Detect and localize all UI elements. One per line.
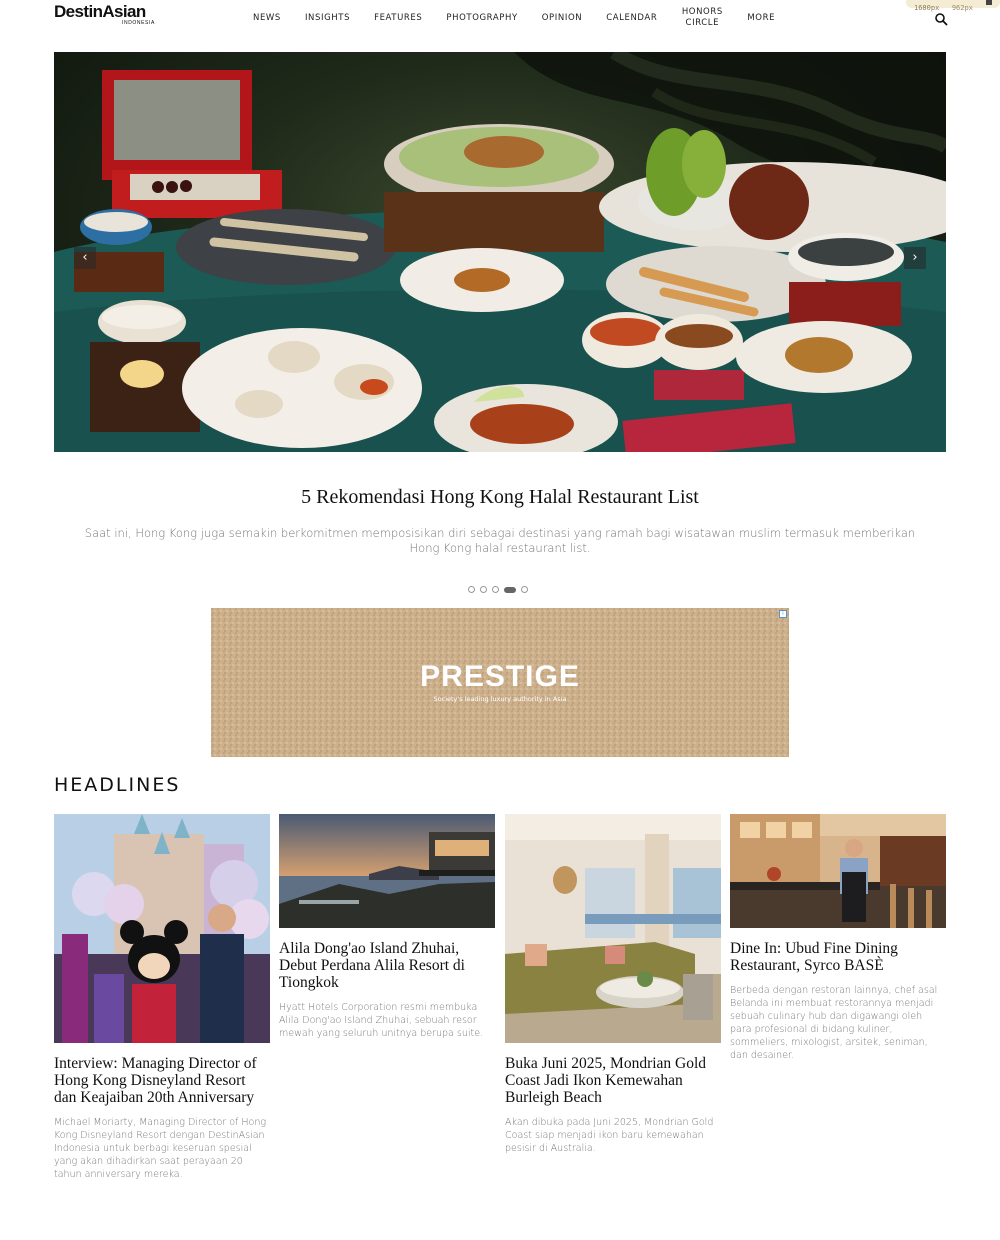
disneyland-photo xyxy=(54,814,270,1043)
alila-resort-photo xyxy=(279,814,495,928)
mondrian-lounge-photo xyxy=(505,814,721,1043)
headline-thumbnail[interactable] xyxy=(730,814,946,928)
ad-brand-title: PRESTIGE xyxy=(420,660,580,693)
slide-title[interactable]: 5 Rekomendasi Hong Kong Halal Restaurant… xyxy=(54,486,946,509)
nav-opinion[interactable]: OPINION xyxy=(542,13,582,24)
slider-next-button[interactable]: › xyxy=(904,247,926,269)
headline-title[interactable]: Alila Dong'ao Island Zhuhai, Debut Perda… xyxy=(279,940,495,991)
headline-title[interactable]: Interview: Managing Director of Hong Kon… xyxy=(54,1055,270,1106)
headline-card[interactable]: Interview: Managing Director of Hong Kon… xyxy=(54,814,270,1181)
headline-card[interactable]: Buka Juni 2025, Mondrian Gold Coast Jadi… xyxy=(505,814,721,1155)
headline-thumbnail[interactable] xyxy=(54,814,270,1043)
hero-food-illustration xyxy=(54,52,946,452)
nav-honors-circle[interactable]: HONORS CIRCLE xyxy=(681,7,723,29)
slide-description: Saat ini, Hong Kong juga semakin berkomi… xyxy=(84,526,916,555)
prestige-advertisement[interactable]: PRESTIGE Society's leading luxury author… xyxy=(211,608,789,757)
viewport-height: h: 962px xyxy=(951,4,973,12)
logo-edition: INDONESIA xyxy=(122,20,155,26)
slider-dot[interactable] xyxy=(468,586,475,593)
viewport-width: w: 1680px xyxy=(914,4,940,12)
nav-features[interactable]: FEATURES xyxy=(374,13,422,24)
headline-excerpt: Berbeda dengan restoran lainnya, chef as… xyxy=(730,985,938,1061)
nav-more[interactable]: MORE xyxy=(747,13,775,24)
nav-calendar[interactable]: CALENDAR xyxy=(606,13,657,24)
chef-restaurant-photo xyxy=(730,814,946,928)
site-logo[interactable]: DestinAsian INDONESIA xyxy=(54,3,164,27)
headline-excerpt: Michael Moriarty, Managing Director of H… xyxy=(54,1117,267,1180)
slider-dot[interactable] xyxy=(504,586,516,593)
adchoices-icon[interactable]: i xyxy=(779,610,787,618)
viewport-size-badge: w: 1680px h: 962px xyxy=(906,0,1000,12)
headlines-heading: HEADLINES xyxy=(54,774,181,796)
nav-insights[interactable]: INSIGHTS xyxy=(305,13,350,24)
badge-icon xyxy=(986,0,992,5)
slider-prev-button[interactable]: ‹ xyxy=(74,247,96,269)
headline-thumbnail[interactable] xyxy=(505,814,721,1043)
headline-thumbnail[interactable] xyxy=(279,814,495,928)
ad-tagline: Society's leading luxury authority in As… xyxy=(433,695,567,703)
headline-title[interactable]: Dine In: Ubud Fine Dining Restaurant, Sy… xyxy=(730,940,946,974)
slider-dot[interactable] xyxy=(480,586,487,593)
headline-excerpt: Akan dibuka pada Juni 2025, Mondrian Gol… xyxy=(505,1117,714,1154)
nav-photography[interactable]: PHOTOGRAPHY xyxy=(446,13,517,24)
headline-card[interactable]: Alila Dong'ao Island Zhuhai, Debut Perda… xyxy=(279,814,495,1040)
slider-dot[interactable] xyxy=(492,586,499,593)
headline-excerpt: Hyatt Hotels Corporation resmi membuka A… xyxy=(279,1002,484,1039)
site-header: DestinAsian INDONESIA NEWS INSIGHTS FEAT… xyxy=(0,0,1000,36)
slider-dot[interactable] xyxy=(521,586,528,593)
hero-slider-image[interactable]: ‹ › xyxy=(54,52,946,452)
main-nav: NEWS INSIGHTS FEATURES PHOTOGRAPHY OPINI… xyxy=(240,0,775,36)
logo-wordmark: DestinAsian xyxy=(54,2,146,21)
headline-card[interactable]: Dine In: Ubud Fine Dining Restaurant, Sy… xyxy=(730,814,946,1062)
slider-dots xyxy=(468,586,528,593)
nav-news[interactable]: NEWS xyxy=(253,13,281,24)
headline-title[interactable]: Buka Juni 2025, Mondrian Gold Coast Jadi… xyxy=(505,1055,721,1106)
